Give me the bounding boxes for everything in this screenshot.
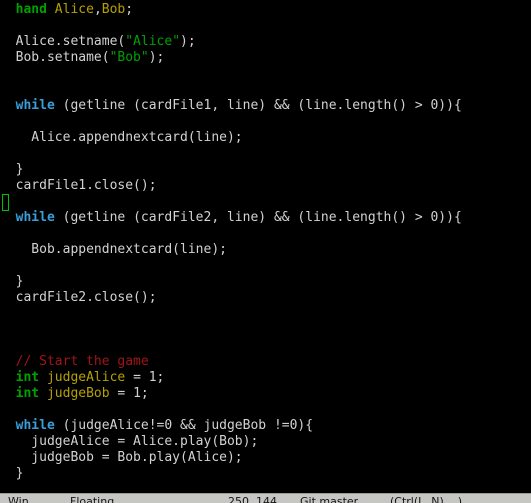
code-line[interactable]: // Start the game [0, 354, 531, 370]
code-token-type: int [15, 386, 40, 401]
code-token-plain: = 1; [125, 370, 165, 385]
code-token-type: int [15, 370, 40, 385]
code-token-plain: ); [180, 34, 196, 49]
code-token-plain: = 1; [109, 386, 149, 401]
code-line[interactable]: judgeBob = Bob.play(Alice); [0, 450, 531, 466]
code-token-ident: Alice [54, 2, 94, 17]
code-line[interactable]: } [0, 466, 531, 482]
status-git-branch: Git master [300, 495, 359, 503]
code-token-comment: // Start the game [15, 354, 149, 369]
code-token-string: "Alice" [125, 34, 181, 49]
code-token-plain: ); [148, 50, 165, 65]
code-token-kw: while [15, 418, 55, 433]
code-token-plain: (getline (cardFile1, line) && (line.leng… [54, 98, 462, 113]
code-token-ident: judgeBob [46, 386, 110, 401]
code-editor-text-area[interactable]: hand Alice,Bob; Alice.setname("Alice"); … [0, 0, 531, 493]
code-line[interactable] [0, 322, 531, 338]
code-token-plain: ; [125, 2, 134, 17]
status-floating-label: Floating [70, 495, 115, 503]
code-token-kw: while [15, 210, 55, 225]
code-token-kw: while [15, 98, 55, 113]
block-cursor-marker[interactable] [2, 194, 9, 211]
code-token-plain: judgeAlice = Alice.play(Bob); [0, 434, 259, 449]
code-line[interactable]: int judgeAlice = 1; [0, 370, 531, 386]
code-token-plain: (getline (cardFile2, line) && (line.leng… [54, 210, 462, 225]
code-token-plain: Alice.setname( [0, 34, 126, 49]
code-line[interactable] [0, 18, 531, 34]
status-keybinding-hint: (Ctrl(L,,N) ,) [390, 495, 463, 503]
code-line[interactable] [0, 258, 531, 274]
code-token-plain: } [0, 466, 24, 481]
code-line[interactable]: Alice.setname("Alice"); [0, 34, 531, 50]
code-token-ident: judgeAlice [46, 370, 126, 385]
status-mode-label: Win [8, 495, 29, 503]
code-token-plain: cardFile2.close(); [0, 290, 157, 305]
code-line[interactable]: Alice.appendnextcard(line); [0, 130, 531, 146]
code-line[interactable]: cardFile1.close(); [0, 178, 531, 194]
code-token-plain: cardFile1.close(); [0, 178, 157, 193]
code-line[interactable]: hand Alice,Bob; [0, 2, 531, 18]
code-line[interactable]: Bob.setname("Bob"); [0, 50, 531, 66]
code-line[interactable] [0, 402, 531, 418]
code-token-plain: } [0, 162, 24, 177]
code-token-plain: , [93, 2, 102, 17]
code-token-plain: judgeBob = Bob.play(Alice); [0, 450, 243, 465]
code-line[interactable] [0, 146, 531, 162]
code-line[interactable]: Bob.appendnextcard(line); [0, 242, 531, 258]
code-line[interactable]: cardFile2.close(); [0, 290, 531, 306]
code-token-ident: Bob [101, 2, 126, 17]
code-line[interactable]: } [0, 162, 531, 178]
code-line[interactable]: while (getline (cardFile1, line) && (lin… [0, 98, 531, 114]
code-line[interactable]: judgeAlice = Alice.play(Bob); [0, 434, 531, 450]
code-line[interactable] [0, 306, 531, 322]
code-line[interactable] [0, 226, 531, 242]
code-line[interactable]: int judgeBob = 1; [0, 386, 531, 402]
code-line[interactable] [0, 114, 531, 130]
code-line[interactable] [0, 66, 531, 82]
code-token-plain: Bob.setname( [0, 50, 110, 65]
code-token-type: hand [15, 2, 47, 17]
code-line[interactable] [0, 82, 531, 98]
code-token-plain: (judgeAlice!=0 && judgeBob !=0){ [54, 418, 314, 433]
code-line[interactable] [0, 338, 531, 354]
code-token-string: "Bob" [109, 50, 149, 65]
status-cursor-position: 250, 144 [228, 495, 277, 503]
code-token-plain: Bob.appendnextcard(line); [0, 242, 227, 257]
code-line[interactable]: } [0, 274, 531, 290]
status-bar: Win Floating 250, 144 Git master (Ctrl(L… [0, 493, 531, 503]
code-token-plain: } [0, 274, 24, 289]
code-line[interactable]: while (getline (cardFile2, line) && (lin… [0, 210, 531, 226]
editor-window: hand Alice,Bob; Alice.setname("Alice"); … [0, 0, 531, 503]
code-line[interactable]: while (judgeAlice!=0 && judgeBob !=0){ [0, 418, 531, 434]
code-token-plain: Alice.appendnextcard(line); [0, 130, 243, 145]
